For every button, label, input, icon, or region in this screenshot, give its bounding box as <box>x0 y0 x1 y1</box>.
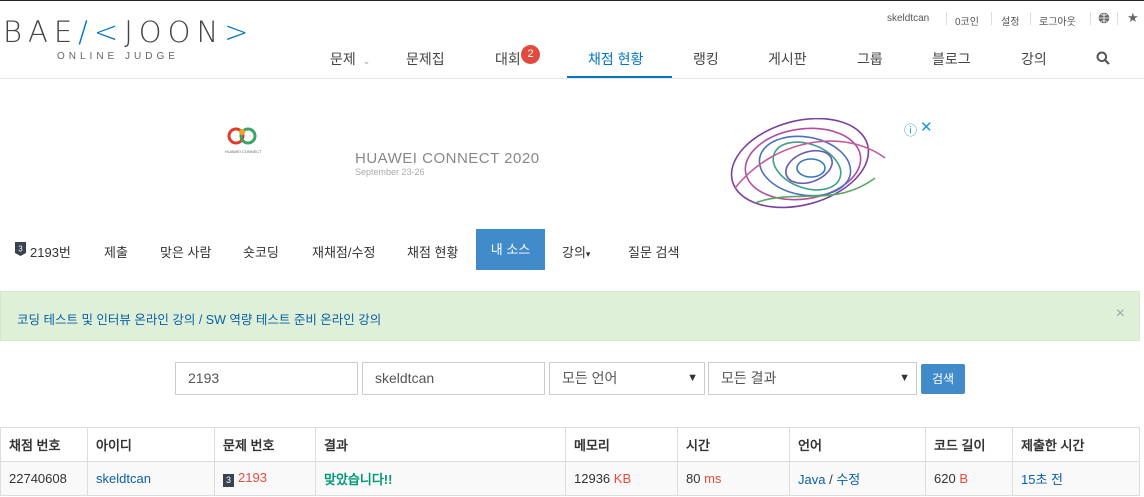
submit-tab[interactable]: 제출 <box>104 242 128 261</box>
col-submission-id: 채점 번호 <box>0 427 88 462</box>
problem-level-icon: 3 <box>223 474 234 487</box>
result-select-value: 모든 결과 <box>721 370 777 386</box>
col-submitted-time: 제출한 시간 <box>1012 427 1140 462</box>
result-select[interactable]: 모든 결과 ▼ <box>708 362 917 395</box>
col-result: 결과 <box>315 427 566 462</box>
util-divider <box>1117 12 1118 25</box>
accepted-users-tab[interactable]: 맞은 사람 <box>160 242 211 261</box>
ad-date: September 23-26 <box>355 167 425 177</box>
ad-info-icon[interactable]: ⓘ <box>904 120 917 139</box>
code-length-unit: B <box>959 471 968 486</box>
search-icon[interactable] <box>1096 51 1110 68</box>
chevron-down-icon: ▼ <box>899 372 910 384</box>
site-logo[interactable]: BAE/<JOON> <box>3 15 254 49</box>
memory-value: 12936 <box>574 471 611 486</box>
close-icon[interactable]: × <box>1116 305 1125 323</box>
user-link[interactable]: skeldtcan <box>96 471 151 486</box>
time-value: 80 <box>686 471 701 486</box>
table-header-row: 채점 번호 아이디 문제 번호 결과 메모리 시간 언어 코드 길이 제출한 시… <box>0 427 1140 462</box>
logo-text-right: JOON <box>124 15 225 49</box>
nav-contest[interactable]: 대회 <box>495 49 521 69</box>
logout-link[interactable]: 로그아웃 <box>1039 13 1076 28</box>
nav-status[interactable]: 채점 현황 <box>588 49 643 69</box>
nav-group[interactable]: 그룹 <box>857 49 883 69</box>
lecture-tab[interactable]: 강의▾ <box>562 242 590 261</box>
my-source-tab[interactable]: 내 소스 <box>476 229 545 270</box>
time-unit: ms <box>704 471 722 486</box>
svg-text:3: 3 <box>18 245 23 254</box>
col-time: 시간 <box>677 427 790 462</box>
util-divider <box>1090 12 1091 25</box>
problem-id-input[interactable]: 2193 <box>175 362 358 395</box>
problem-number-link[interactable]: 2193번 <box>30 242 71 261</box>
user-cell: skeldtcan <box>87 461 215 496</box>
nav-ranking[interactable]: 랭킹 <box>693 49 719 69</box>
caret-down-icon: ▾ <box>585 249 591 259</box>
problem-cell: 3 2193 <box>214 461 316 496</box>
util-divider <box>1030 12 1031 25</box>
header-divider <box>0 78 1144 79</box>
nav-workbook[interactable]: 문제집 <box>406 49 445 69</box>
result-cell: 맞았습니다!! <box>315 461 566 496</box>
contest-badge: 2 <box>521 45 540 64</box>
language-cell: Java / 수정 <box>789 461 926 496</box>
language-select[interactable]: 모든 언어 ▼ <box>549 362 705 395</box>
time-cell: 80 ms <box>677 461 790 496</box>
edit-link[interactable]: 수정 <box>836 472 860 487</box>
nav-blog[interactable]: 블로그 <box>932 49 971 69</box>
chevron-down-icon: ▼ <box>687 372 698 384</box>
memory-unit: KB <box>613 471 632 486</box>
star-icon[interactable]: ★ <box>1127 10 1139 26</box>
problem-level-icon: 3 <box>15 242 26 259</box>
logo-subtitle: ONLINE JUDGE <box>57 51 179 62</box>
code-length-cell: 620 B <box>925 461 1013 496</box>
problem-link[interactable]: 2193 <box>238 470 267 485</box>
col-user: 아이디 <box>87 427 215 462</box>
nav-problems[interactable]: 문제 ⌄ <box>330 49 370 69</box>
promo-alert: 코딩 테스트 및 인터뷰 온라인 강의 / SW 역량 테스트 준비 온라인 강… <box>0 291 1140 341</box>
user-link[interactable]: skeldtcan <box>887 13 929 24</box>
status-tab[interactable]: 채점 현황 <box>407 242 458 261</box>
language-select-value: 모든 언어 <box>562 370 618 386</box>
ad-logo-text: HUAWEI CONNECT <box>225 149 262 154</box>
nav-board[interactable]: 게시판 <box>768 49 807 69</box>
alert-link[interactable]: 코딩 테스트 및 인터뷰 온라인 강의 / SW 역량 테스트 준비 온라인 강… <box>17 309 381 328</box>
col-code-length: 코드 길이 <box>925 427 1013 462</box>
question-search-tab[interactable]: 질문 검색 <box>628 242 679 261</box>
settings-link[interactable]: 설정 <box>1001 13 1019 28</box>
logo-text-left: BAE <box>3 15 79 49</box>
search-button[interactable]: 검색 <box>921 364 965 394</box>
status-table: 채점 번호 아이디 문제 번호 결과 메모리 시간 언어 코드 길이 제출한 시… <box>0 427 1140 496</box>
memory-cell: 12936 KB <box>565 461 678 496</box>
rejudge-tab[interactable]: 재채점/수정 <box>312 242 375 261</box>
language-separator: / <box>829 472 833 487</box>
chevron-down-icon: ⌄ <box>362 56 371 66</box>
logo-bracket: /< <box>78 15 125 49</box>
table-row: 22740608 skeldtcan 3 2193 맞았습니다!! 12936 K… <box>0 461 1140 496</box>
short-coding-tab[interactable]: 숏코딩 <box>243 242 279 261</box>
logo-bracket-right: > <box>224 15 255 49</box>
util-divider <box>946 12 947 25</box>
coin-link[interactable]: 0코인 <box>955 13 979 28</box>
huawei-connect-logo <box>225 126 261 151</box>
ad-close-icon[interactable]: ✕ <box>920 118 933 136</box>
ad-title: HUAWEI CONNECT 2020 <box>355 150 540 167</box>
util-divider <box>991 12 992 25</box>
ad-swirl-graphic <box>715 117 895 215</box>
user-id-input[interactable]: skeldtcan <box>362 362 545 395</box>
col-memory: 메모리 <box>565 427 678 462</box>
submitted-time-link[interactable]: 15초 전 <box>1021 472 1063 487</box>
code-length-value: 620 <box>934 471 956 486</box>
result-text: 맞았습니다!! <box>324 472 393 487</box>
source-link[interactable]: Java <box>798 472 825 487</box>
submission-id: 22740608 <box>0 461 88 496</box>
submitted-time-cell: 15초 전 <box>1012 461 1140 496</box>
advertisement-banner[interactable]: HUAWEI CONNECT HUAWEI CONNECT 2020 Septe… <box>210 116 935 212</box>
col-language: 언어 <box>789 427 926 462</box>
top-border <box>0 0 1144 1</box>
globe-icon[interactable] <box>1098 12 1110 27</box>
col-problem: 문제 번호 <box>214 427 316 462</box>
nav-lecture[interactable]: 강의 <box>1021 49 1047 69</box>
